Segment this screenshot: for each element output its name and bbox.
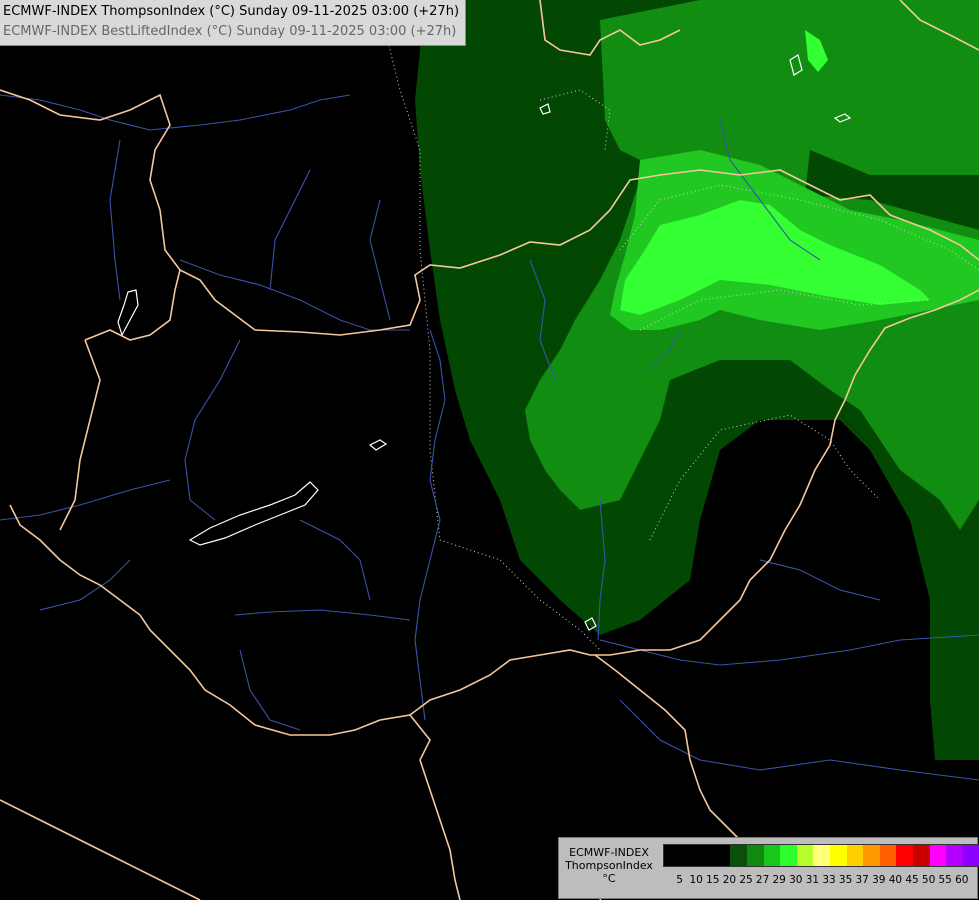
thompson-index-shading [415, 0, 979, 760]
legend-tick-label: 27 [755, 874, 770, 886]
legend-parameter: ThompsonIndex [565, 859, 653, 872]
river [234, 609, 411, 621]
legend-swatch [796, 845, 814, 866]
header-title-thompson: ECMWF-INDEX ThompsonIndex (°C) Sunday 09… [3, 4, 460, 19]
legend-swatch [680, 845, 698, 866]
legend-tick-label: 55 [938, 874, 952, 886]
border [409, 714, 461, 900]
border [594, 654, 741, 841]
border [84, 269, 181, 341]
legend-swatch [664, 845, 681, 866]
header-title-lifted: ECMWF-INDEX BestLiftedIndex (°C) Sunday … [3, 24, 457, 39]
legend-tick-label: 25 [739, 874, 753, 886]
legend-swatch [746, 845, 764, 866]
river [239, 649, 301, 731]
legend-swatch [813, 845, 830, 866]
border [0, 799, 201, 900]
legend-swatch [929, 845, 947, 866]
legend-tick-label: 10 [689, 874, 703, 886]
map-header: ECMWF-INDEX ThompsonIndex (°C) Sunday 09… [0, 0, 467, 46]
legend-swatch [697, 845, 714, 866]
legend-tick-label: 39 [872, 874, 886, 886]
legend-unit: °C [602, 872, 616, 885]
legend-swatch [896, 845, 913, 866]
legend-tick-label: 5 [676, 874, 683, 886]
legend-swatch [962, 845, 979, 866]
legend-tick-label: 40 [888, 874, 903, 886]
river [39, 559, 131, 611]
legend-swatch [863, 845, 880, 866]
legend-tick-label: 50 [921, 874, 936, 886]
legend-tick-label: 29 [772, 874, 786, 886]
legend-swatch [829, 845, 847, 866]
legend-swatch [946, 845, 963, 866]
legend-tick-label: 37 [855, 874, 869, 886]
color-legend: ECMWF-INDEX ThompsonIndex °C 5 10 15 20 25 27… [558, 837, 979, 899]
river [619, 699, 979, 781]
legend-swatch [879, 845, 897, 866]
legend-swatch [780, 845, 797, 866]
legend-tick-label: 31 [805, 874, 820, 886]
river [109, 139, 121, 301]
weather-map [0, 0, 979, 900]
legend-tick-label: 33 [822, 874, 836, 886]
legend-tick-label: 20 [722, 874, 737, 886]
river [299, 519, 371, 601]
legend-swatch [763, 845, 781, 866]
legend-swatch [846, 845, 864, 866]
lake [368, 439, 388, 451]
lake [117, 289, 139, 337]
legend-tick-label: 35 [838, 874, 853, 886]
river [269, 169, 311, 291]
legend-tick-label: 30 [789, 874, 803, 886]
legend-tick-label: 15 [706, 874, 720, 886]
lake-balaton [188, 481, 319, 546]
legend-tick-label: 60 [955, 874, 969, 886]
river [0, 94, 351, 131]
river [184, 339, 241, 521]
legend-ticks: 5 10 15 20 25 27 29 30 31 33 35 37 39 40 45 50 55 60 [663, 874, 975, 888]
legend-swatches [663, 844, 979, 867]
legend-title: ECMWF-INDEX ThompsonIndex °C [561, 846, 657, 885]
river [759, 559, 881, 601]
legend-swatch [713, 845, 731, 866]
legend-swatch [912, 845, 930, 866]
legend-swatch [730, 845, 747, 866]
river [179, 259, 410, 331]
river [369, 199, 391, 321]
legend-tick-label: 45 [905, 874, 919, 886]
legend-model: ECMWF-INDEX [569, 846, 649, 859]
border [59, 339, 101, 531]
river [0, 479, 171, 521]
